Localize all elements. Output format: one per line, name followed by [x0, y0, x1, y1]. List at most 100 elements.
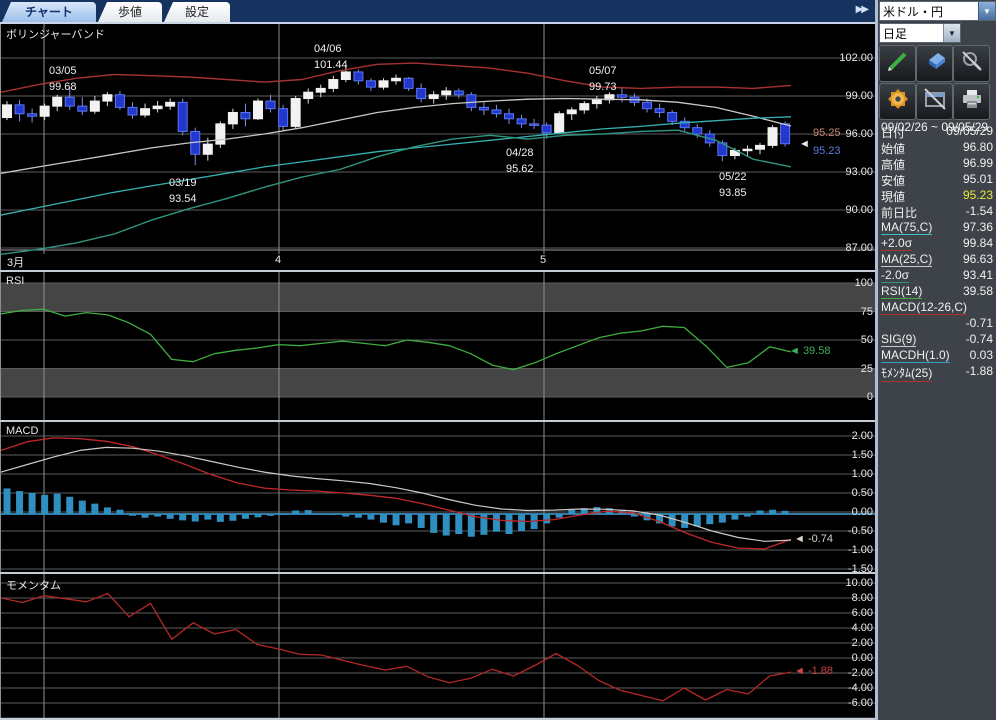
macd-histogram-bar: [91, 503, 99, 514]
quote-row-value: 09/05/29: [946, 124, 993, 138]
macd-histogram-bar: [681, 514, 689, 528]
zoom-disabled-icon: [959, 48, 985, 79]
quote-row-label: SIG(9): [881, 332, 917, 347]
zoom-button[interactable]: [953, 45, 990, 82]
quote-row-label: 日付: [881, 126, 906, 140]
tab-overflow-icon[interactable]: ▶▶: [856, 4, 869, 15]
macd-histogram-bar: [53, 493, 61, 514]
macd-histogram-bar: [329, 514, 337, 516]
axis-tick-label: 50: [860, 334, 873, 346]
candle-body: [391, 77, 402, 82]
quote-row: 前日比 -1.54: [881, 204, 993, 220]
tab-2[interactable]: 設定: [164, 2, 230, 22]
axis-tick-label: -6.00: [847, 697, 873, 709]
axis-tick-label: -1.50: [847, 563, 873, 572]
macd-plot[interactable]: [1, 422, 877, 572]
annotation-value: 101.44: [314, 59, 348, 71]
swing-annotation: 03/05 99.68: [49, 63, 77, 95]
candle-body: [253, 100, 263, 120]
month-label: 3月: [7, 257, 25, 269]
candle-body: [591, 99, 602, 105]
annotation-date: 03/05: [49, 65, 77, 77]
candle-body: [77, 105, 88, 112]
macd-histogram-bar: [492, 514, 500, 532]
macd-histogram-bar: [367, 514, 375, 520]
macd-histogram-bar: [518, 514, 526, 531]
macd-histogram-bar: [380, 514, 387, 523]
annotation-value: 93.54: [169, 193, 197, 205]
print-button[interactable]: [953, 83, 990, 120]
settings-button[interactable]: [879, 83, 916, 120]
annotation-value: 99.73: [589, 81, 617, 93]
macd-histogram-bar: [743, 514, 751, 517]
candle-body: [278, 108, 289, 127]
annotation-value: 95.62: [506, 163, 534, 175]
panel-bollinger[interactable]: 102.00 99.00 96.00 93.00 90.00 87.00 3月 4 5 ボリンジャ…: [0, 23, 877, 270]
panel-momentum[interactable]: 10.00 8.00 6.00 4.00 2.00 0.00 -2.00 -4.00 -6.00…: [0, 574, 877, 720]
quote-row: RSI(14) 39.58: [881, 284, 993, 300]
candle-body: [767, 127, 778, 146]
macd-histogram-bar: [3, 488, 11, 514]
axis-tick-label: 1.00: [851, 468, 873, 480]
band-zone: [1, 283, 877, 312]
quote-row-value: 93.41: [962, 268, 993, 282]
pencil-icon: [885, 48, 911, 79]
candle-body: [516, 118, 527, 125]
tab-0[interactable]: チャート: [2, 2, 96, 22]
macd-histogram-bar: [442, 514, 450, 536]
macd-histogram-bar: [693, 514, 701, 527]
erase-button[interactable]: [916, 45, 953, 82]
symbol-select[interactable]: 米ドル・円 ▼: [879, 1, 996, 21]
quote-row: MACDH(1.0) 0.03: [881, 348, 993, 364]
draw-button[interactable]: [879, 45, 916, 82]
value-marker: ◄ -0.74: [794, 533, 834, 545]
candle-body: [529, 123, 540, 126]
candle-body: [64, 96, 75, 107]
quote-row-value: 39.58: [962, 284, 993, 298]
macd-histogram-bar: [279, 514, 287, 515]
bollinger-plot[interactable]: [1, 23, 877, 270]
panel-rsi[interactable]: 100 75 50 25 0 RSI ◄ 39.58: [0, 272, 877, 420]
macd-histogram-bar: [103, 507, 111, 514]
quote-row-label: 始値: [881, 142, 906, 156]
macd-histogram-bar: [392, 514, 400, 526]
quote-row-label: 高値: [881, 158, 906, 172]
rsi-plot[interactable]: [1, 272, 877, 420]
value-marker: 95.23: [813, 145, 841, 157]
candle-body: [566, 109, 577, 115]
value-marker: 95.25: [813, 127, 841, 139]
chevron-down-icon[interactable]: ▼: [978, 2, 995, 20]
swing-annotation: 04/28 95.62: [506, 145, 534, 177]
macd-histogram-bar: [756, 510, 764, 514]
panel-layout-button[interactable]: [916, 83, 953, 120]
momentum-plot[interactable]: [1, 574, 877, 720]
gear-icon: [885, 86, 911, 117]
macd-histogram-bar: [41, 494, 49, 514]
quote-row-value: -1.54: [965, 204, 993, 218]
annotation-value: 93.85: [719, 187, 747, 199]
macd-histogram-bar: [16, 491, 24, 514]
candle-body: [742, 148, 753, 152]
quote-sidebar: 米ドル・円 ▼ 日足 ▼ 09/02/26 ~ 09/05/29 日付 09/0…: [878, 0, 996, 720]
candle-body: [202, 143, 213, 155]
candle-body: [227, 111, 238, 125]
candle-body: [466, 94, 477, 108]
quote-row: 高値 96.99: [881, 156, 993, 172]
macd-histogram-bar: [154, 514, 162, 517]
axis-tick-label: 75: [860, 305, 873, 318]
axis-tick-label: 10.00: [845, 577, 873, 589]
panel-divider: [0, 572, 876, 574]
panel-macd[interactable]: 2.00 1.50 1.00 0.50 0.00 -0.50 -1.00 -1.50 MACD ◄…: [0, 422, 877, 572]
candle-body: [165, 101, 176, 107]
macd-histogram-bar: [543, 514, 551, 524]
quote-row: ﾓﾒﾝﾀﾑ(25) -1.88: [881, 364, 993, 382]
chevron-down-icon[interactable]: ▼: [943, 24, 960, 42]
candle-body: [453, 90, 464, 96]
macd-histogram-bar: [731, 514, 739, 520]
candle-body: [378, 80, 389, 88]
tab-1[interactable]: 歩値: [98, 2, 162, 22]
axis-tick-label: -2.00: [847, 667, 873, 679]
axis-tick-label: 6.00: [851, 607, 873, 619]
period-select[interactable]: 日足 ▼: [879, 23, 961, 43]
candle-body: [2, 104, 12, 119]
